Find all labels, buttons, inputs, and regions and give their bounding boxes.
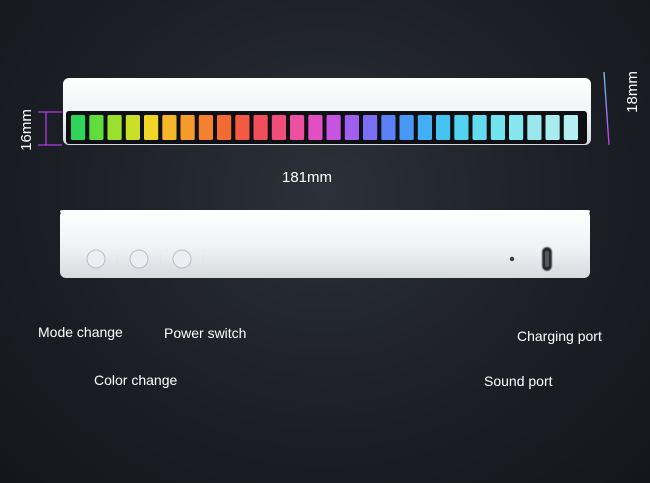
dimension-height-label: 16mm: [18, 109, 35, 151]
led-segment: [509, 115, 524, 140]
led-segment: [454, 115, 469, 140]
led-segment: [308, 115, 323, 140]
led-segment: [381, 115, 396, 140]
svg-text:· · · ·: · · · ·: [158, 255, 163, 264]
dimension-length: [63, 150, 591, 168]
led-segment: [253, 115, 268, 140]
led-segment: [490, 115, 505, 140]
svg-text:· · · ·: · · · ·: [201, 255, 206, 264]
led-segment: [71, 115, 86, 140]
led-segment: [180, 115, 195, 140]
led-segment: [417, 115, 432, 140]
callout-power-switch: Power switch: [164, 325, 247, 341]
dimension-depth-label: 18mm: [624, 71, 641, 113]
front-device: [63, 78, 591, 145]
svg-text:· · · ·: · · · ·: [115, 255, 120, 264]
led-segment: [217, 115, 232, 140]
dimension-height: [38, 111, 62, 146]
led-segment: [399, 115, 414, 140]
callout-mode-change: Mode change: [38, 324, 123, 340]
sound-port: [509, 256, 515, 262]
back-device: · · · · · · · · · · · ·: [60, 210, 590, 278]
led-segment: [344, 115, 359, 140]
led-segment: [290, 115, 305, 140]
led-segment: [545, 115, 560, 140]
product-illustration: · · · · · · · · · · · ·: [38, 71, 616, 366]
led-segment: [436, 115, 451, 140]
led-segment: [89, 115, 104, 140]
led-segment: [271, 115, 286, 140]
led-segment: [198, 115, 213, 140]
led-segment: [107, 115, 122, 140]
led-segment: [144, 115, 159, 140]
dimension-depth: [588, 71, 616, 146]
callout-color-change: Color change: [94, 372, 178, 388]
callout-sound-port: Sound port: [484, 373, 553, 389]
led-segment: [235, 115, 250, 140]
callout-charging-port: Charging port: [517, 328, 602, 344]
led-segment: [527, 115, 542, 140]
led-segment: [363, 115, 378, 140]
dimension-length-label: 181mm: [282, 169, 333, 186]
led-segment: [472, 115, 487, 140]
led-segment: [162, 115, 177, 140]
led-segment: [326, 115, 341, 140]
led-segment: [125, 115, 140, 140]
led-segment: [563, 115, 578, 140]
